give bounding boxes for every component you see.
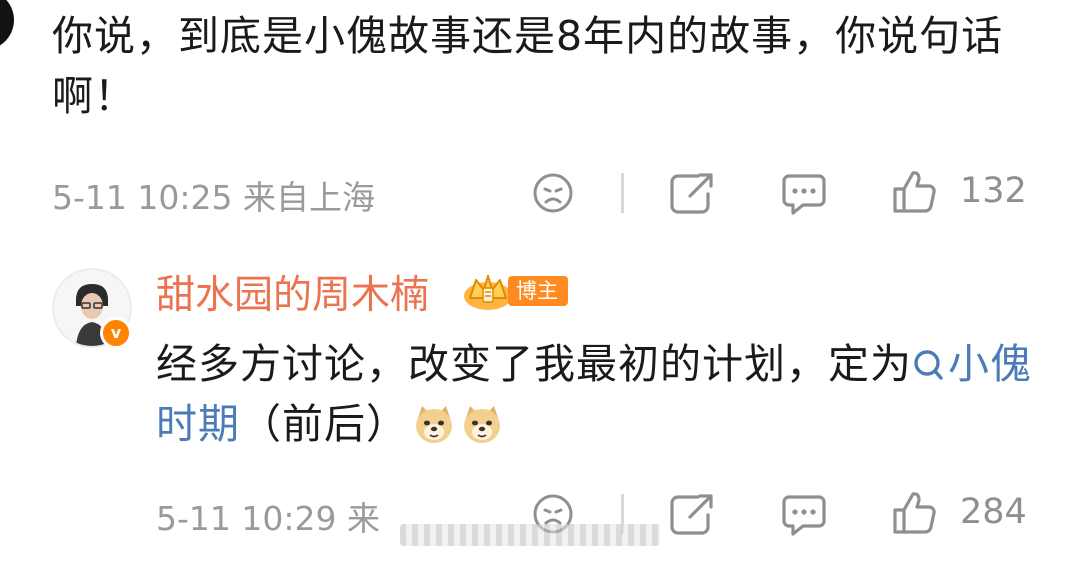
reply-text-after: （前后） xyxy=(240,400,408,448)
commenter-avatar[interactable] xyxy=(0,0,14,50)
author-username[interactable]: 甜水园的周木楠 xyxy=(156,264,429,320)
reply-text: 经多方讨论，改变了我最初的计划，定为 小傀时期（前后） xyxy=(156,334,1036,454)
comment-text: 你说，到底是小傀故事还是8年内的故事，你说句话啊！ xyxy=(52,12,1004,120)
watermark xyxy=(400,524,660,546)
comment-icon[interactable] xyxy=(781,172,827,216)
host-badge: 博主 xyxy=(462,270,576,310)
doge-emoji xyxy=(464,406,500,443)
like-count: 284 xyxy=(960,492,1027,532)
doge-emoji xyxy=(416,406,452,443)
like-icon[interactable] xyxy=(891,169,937,215)
reply-text-before: 经多方讨论，改变了我最初的计划，定为 xyxy=(156,340,912,388)
host-badge-label: 博主 xyxy=(508,276,568,306)
like-count: 132 xyxy=(960,171,1027,211)
repost-icon[interactable] xyxy=(668,491,716,537)
crown-icon xyxy=(464,275,512,310)
search-icon xyxy=(914,350,943,380)
verified-badge: v xyxy=(100,317,132,349)
comment-meta: 5-11 10:25 来自上海 xyxy=(52,178,375,217)
like-icon[interactable] xyxy=(891,490,937,536)
action-divider xyxy=(621,173,624,213)
dislike-face-icon[interactable] xyxy=(531,171,575,215)
comment-icon[interactable] xyxy=(781,493,827,537)
reply-meta: 5-11 10:29 来 xyxy=(156,499,380,538)
repost-icon[interactable] xyxy=(668,170,716,216)
